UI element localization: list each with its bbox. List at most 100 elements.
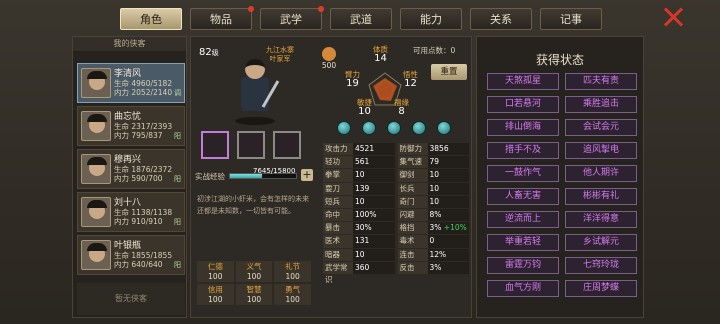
virtue-value: 100 <box>246 271 262 281</box>
level: 82级 <box>199 47 219 58</box>
stat-value: 10 <box>353 248 395 261</box>
member-tag: 阳 <box>174 132 181 140</box>
member-tag: 阳 <box>174 175 181 183</box>
gem-icon[interactable] <box>362 121 376 135</box>
status-effect[interactable]: 措手不及 <box>487 142 559 159</box>
accessory-slot[interactable] <box>273 131 301 159</box>
stat-row: 攻击力 4521 +786 <box>323 143 395 165</box>
gem-icon[interactable] <box>437 121 451 135</box>
virtue: 礼节 100 <box>274 261 311 282</box>
status-effect[interactable]: 彬彬有礼 <box>565 188 637 205</box>
stat-row: 连击 12% <box>397 248 469 261</box>
stat-name: 连击 <box>399 249 415 259</box>
status-effect[interactable]: 口若悬河 <box>487 96 559 113</box>
stat-name: 格挡 <box>399 223 415 233</box>
stat-value: 3% +10% <box>427 222 469 235</box>
status-effect[interactable]: 乡试解元 <box>565 234 637 251</box>
status-panel: 获得状态 天煞孤星 匹夫有责 口若悬河 乘胜追击 排山倒海 会试会元 措手不及 追风掣电 一鼓作… <box>476 36 644 318</box>
member-hp: 生命 1876/2372 <box>114 165 173 174</box>
tab-martial-arts-label: 武学 <box>280 13 302 26</box>
character-description: 初涉江湖的小虾米，会有怎样的未来还都是未知数，一切皆有可能。 <box>197 195 309 215</box>
status-effect[interactable]: 人畜无害 <box>487 188 559 205</box>
party-member[interactable]: 叶银瓶 生命 1855/1855 内力 640/640 阳 <box>77 235 185 275</box>
tab-items[interactable]: 物品 <box>190 6 254 30</box>
status-effect[interactable]: 举重若轻 <box>487 234 559 251</box>
virtue-name: 义气 <box>246 262 262 271</box>
virtue-name: 仁德 <box>207 262 223 271</box>
stat-number: 3% <box>429 223 442 233</box>
stat-name: 暗器 <box>325 249 340 259</box>
tab-abilities[interactable]: 能力 <box>400 8 462 30</box>
status-effect[interactable]: 会试会元 <box>565 119 637 136</box>
stat-name: 短兵 <box>325 196 340 206</box>
gem-icon[interactable] <box>412 121 426 135</box>
notification-dot <box>248 6 254 12</box>
status-effect[interactable]: 一鼓作气 <box>487 165 559 182</box>
level-value: 82 <box>199 47 212 58</box>
tab-martial-arts[interactable]: 武学 <box>260 6 324 30</box>
stat-number: 561 <box>355 157 370 167</box>
tab-journal[interactable]: 记事 <box>540 8 602 30</box>
party-member[interactable]: 李清风 生命 4960/5182 内力 2052/2140 调 <box>77 63 185 103</box>
stat-number: 10 <box>355 196 365 206</box>
status-title: 获得状态 <box>535 53 584 67</box>
gem-icon[interactable] <box>337 121 351 135</box>
status-effect[interactable]: 天煞孤星 <box>487 73 559 90</box>
attr-value: 12 <box>404 78 417 89</box>
gem-icon[interactable] <box>387 121 401 135</box>
available-points: 可用点数：0 <box>413 46 456 55</box>
add-exp-button[interactable]: + <box>301 169 313 181</box>
close-icon[interactable] <box>662 6 684 28</box>
reset-button[interactable]: 重置 <box>431 64 467 80</box>
party-member[interactable]: 穆再兴 生命 1876/2372 内力 590/700 阳 <box>77 149 185 189</box>
member-hp: 生命 2317/2393 <box>114 122 173 131</box>
attr-luck: 福缘 8 <box>394 98 409 117</box>
stat-name: 攻击力 <box>325 144 348 153</box>
status-effect[interactable]: 雷霆万钧 <box>487 257 559 274</box>
status-effect[interactable]: 他人期许 <box>565 165 637 182</box>
status-effect[interactable]: 追风掣电 <box>565 142 637 159</box>
stat-number: 10 <box>429 183 440 193</box>
stat-value: 12% <box>427 248 469 261</box>
stat-value: 3% <box>427 261 469 274</box>
tab-character[interactable]: 角色 <box>120 8 182 30</box>
status-effect[interactable]: 七窍玲珑 <box>565 257 637 274</box>
stat-name: 耍刀 <box>325 183 340 193</box>
stat-value: 4521 +786 <box>353 143 395 165</box>
stat-name: 御剑 <box>399 170 415 180</box>
virtue: 智慧 100 <box>235 284 273 305</box>
tab-relations[interactable]: 关系 <box>470 8 532 30</box>
status-effect[interactable]: 逆流而上 <box>487 211 559 228</box>
stat-row: 暗器 10 <box>323 248 395 261</box>
attr-insight: 悟性 12 <box>403 70 418 89</box>
attr-agility: 敏捷 10 <box>357 98 372 117</box>
member-name: 刘十八 <box>114 198 142 208</box>
stat-name: 拳掌 <box>325 170 340 180</box>
status-effect[interactable]: 洋洋得意 <box>565 211 637 228</box>
status-effect[interactable]: 排山倒海 <box>487 119 559 136</box>
virtue-value: 100 <box>208 294 223 304</box>
level-unit: 级 <box>211 49 219 57</box>
attr-strength: 臂力 19 <box>345 70 360 89</box>
party-member[interactable]: 曲忘忧 生命 2317/2393 内力 795/837 阳 <box>77 106 185 146</box>
status-effect[interactable]: 匹夫有责 <box>565 73 637 90</box>
stat-number: 139 <box>355 183 370 193</box>
member-tag: 阳 <box>174 218 181 226</box>
stat-number: 3856 <box>429 144 449 153</box>
weapon-slot[interactable] <box>201 131 229 159</box>
party-member[interactable]: 刘十八 生命 1138/1138 内力 910/910 阳 <box>77 192 185 232</box>
attr-value: 19 <box>346 78 359 89</box>
stat-value: 100% <box>353 208 395 222</box>
stat-name: 反击 <box>399 262 415 272</box>
virtue-value: 100 <box>246 294 262 304</box>
status-effect[interactable]: 血气方刚 <box>487 280 559 297</box>
stat-value: 10 <box>427 182 469 195</box>
tab-items-label: 物品 <box>210 13 232 26</box>
tab-martial-way[interactable]: 武道 <box>330 8 392 30</box>
virtue-name: 礼节 <box>285 262 301 271</box>
stat-number: 360 <box>355 262 370 272</box>
stat-row: 医术 131 <box>323 235 395 248</box>
status-effect[interactable]: 庄周梦蝶 <box>565 280 637 297</box>
status-effect[interactable]: 乘胜追击 <box>565 96 637 113</box>
armor-slot[interactable] <box>237 131 265 159</box>
